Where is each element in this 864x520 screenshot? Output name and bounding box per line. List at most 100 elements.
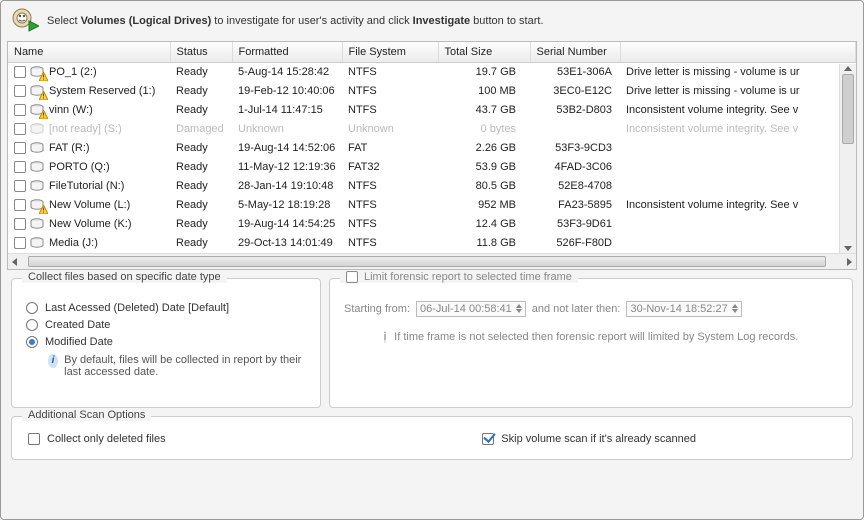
cell-fs: NTFS <box>342 101 438 120</box>
radio-last-accessed[interactable]: Last Acessed (Deleted) Date [Default] <box>26 302 306 314</box>
col-note[interactable] <box>620 42 856 63</box>
cell-size: 19.7 GB <box>438 63 530 82</box>
cell-formatted: 5-Aug-14 15:28:42 <box>232 63 342 82</box>
radio-created[interactable]: Created Date <box>26 319 306 331</box>
cell-formatted: 5-May-12 18:19:28 <box>232 196 342 215</box>
cell-serial: FA23-5895 <box>530 196 620 215</box>
col-filesystem[interactable]: File System <box>342 42 438 63</box>
col-formatted[interactable]: Formatted <box>232 42 342 63</box>
cell-fs: NTFS <box>342 215 438 234</box>
additional-scan-legend: Additional Scan Options <box>22 409 151 421</box>
col-name[interactable]: Name <box>8 42 170 63</box>
checkbox-deleted-only[interactable]: Collect only deleted files <box>28 433 166 445</box>
cell-formatted: 29-Oct-13 14:01:49 <box>232 234 342 253</box>
time-frame-checkbox[interactable] <box>346 271 358 283</box>
table-row[interactable]: System Reserved (1:)Ready19-Feb-12 10:40… <box>8 82 856 101</box>
cell-note: Inconsistent volume integrity. See v <box>620 196 856 215</box>
info-icon: i <box>384 331 386 343</box>
drive-icon <box>30 199 45 211</box>
table-row[interactable]: New Volume (L:) Ready5-May-12 18:19:28NTF… <box>8 196 856 215</box>
drive-icon <box>30 180 45 192</box>
vertical-scrollbar[interactable] <box>839 64 856 253</box>
cell-status: Ready <box>170 196 232 215</box>
cell-note: Inconsistent volume integrity. See v <box>620 120 856 139</box>
cell-fs: FAT <box>342 139 438 158</box>
horizontal-scrollbar[interactable] <box>8 253 856 269</box>
cell-serial: 53E1-306A <box>530 63 620 82</box>
checkbox-skip-scanned[interactable]: Skip volume scan if it's already scanned <box>482 433 696 445</box>
row-checkbox[interactable] <box>14 237 26 249</box>
row-checkbox[interactable] <box>14 199 26 211</box>
cell-fs: NTFS <box>342 196 438 215</box>
cell-formatted: 19-Feb-12 10:40:06 <box>232 82 342 101</box>
cell-size: 53.9 GB <box>438 158 530 177</box>
radio-modified[interactable]: Modified Date <box>26 336 306 348</box>
row-checkbox[interactable] <box>14 66 26 78</box>
table-row[interactable]: FAT (R:)Ready19-Aug-14 14:52:06FAT2.26 G… <box>8 139 856 158</box>
volume-name: PO_1 (2:) <box>49 66 97 78</box>
cell-note: Inconsistent volume integrity. See v <box>620 101 856 120</box>
cell-fs: NTFS <box>342 177 438 196</box>
col-serial[interactable]: Serial Number <box>530 42 620 63</box>
instruction-bar: Select Volumes (Logical Drives) to inves… <box>1 1 863 41</box>
row-checkbox[interactable] <box>14 142 26 154</box>
table-row[interactable]: Media (J:)Ready29-Oct-13 14:01:49NTFS11.… <box>8 234 856 253</box>
col-status[interactable]: Status <box>170 42 232 63</box>
cell-note <box>620 215 856 234</box>
cell-serial: 526F-F80D <box>530 234 620 253</box>
row-checkbox[interactable] <box>14 218 26 230</box>
cell-note <box>620 234 856 253</box>
row-checkbox[interactable] <box>14 104 26 116</box>
cell-fs: NTFS <box>342 234 438 253</box>
cell-formatted: 28-Jan-14 19:10:48 <box>232 177 342 196</box>
row-checkbox[interactable] <box>14 85 26 97</box>
cell-serial: 4FAD-3C06 <box>530 158 620 177</box>
instruction-text: Select Volumes (Logical Drives) to inves… <box>47 15 544 27</box>
cell-status: Damaged <box>170 120 232 139</box>
cell-formatted: 19-Aug-14 14:52:06 <box>232 139 342 158</box>
drive-icon <box>30 218 45 230</box>
cell-serial: 52E8-4708 <box>530 177 620 196</box>
cell-fs: NTFS <box>342 82 438 101</box>
start-datetime[interactable]: 06-Jul-14 00:58:41 <box>416 301 526 317</box>
cell-status: Ready <box>170 234 232 253</box>
investigate-icon <box>11 7 39 35</box>
info-icon: i <box>48 354 58 368</box>
cell-formatted: 19-Aug-14 14:54:25 <box>232 215 342 234</box>
cell-serial <box>530 120 620 139</box>
cell-formatted: Unknown <box>232 120 342 139</box>
table-row[interactable]: FileTutorial (N:)Ready28-Jan-14 19:10:48… <box>8 177 856 196</box>
time-frame-hint: iIf time frame is not selected then fore… <box>344 331 838 343</box>
table-row[interactable]: PORTO (Q:)Ready11-May-12 12:19:36FAT3253… <box>8 158 856 177</box>
cell-serial: 53B2-D803 <box>530 101 620 120</box>
drive-icon <box>30 237 45 249</box>
cell-fs: FAT32 <box>342 158 438 177</box>
row-checkbox[interactable] <box>14 123 26 135</box>
volume-name: New Volume (L:) <box>49 199 130 211</box>
cell-size: 80.5 GB <box>438 177 530 196</box>
row-checkbox[interactable] <box>14 180 26 192</box>
date-type-group: Collect files based on specific date typ… <box>11 278 321 408</box>
volume-name: System Reserved (1:) <box>49 85 155 97</box>
table-row[interactable]: PO_1 (2:)Ready5-Aug-14 15:28:42NTFS19.7 … <box>8 63 856 82</box>
table-row[interactable]: New Volume (K:)Ready19-Aug-14 14:54:25NT… <box>8 215 856 234</box>
volume-name: FileTutorial (N:) <box>49 180 124 192</box>
cell-status: Ready <box>170 215 232 234</box>
drive-icon <box>30 104 45 116</box>
cell-serial: 53F3-9CD3 <box>530 139 620 158</box>
row-checkbox[interactable] <box>14 161 26 173</box>
cell-size: 2.26 GB <box>438 139 530 158</box>
cell-status: Ready <box>170 63 232 82</box>
col-totalsize[interactable]: Total Size <box>438 42 530 63</box>
volumes-table: Name Status Formatted File System Total … <box>8 42 856 253</box>
volume-name: [not ready] (S:) <box>49 123 122 135</box>
drive-icon <box>30 123 45 135</box>
cell-serial: 3EC0-E12C <box>530 82 620 101</box>
cell-note <box>620 177 856 196</box>
cell-size: 43.7 GB <box>438 101 530 120</box>
cell-status: Ready <box>170 139 232 158</box>
table-row[interactable]: [not ready] (S:)DamagedUnknownUnknown0 b… <box>8 120 856 139</box>
cell-formatted: 11-May-12 12:19:36 <box>232 158 342 177</box>
end-datetime[interactable]: 30-Nov-14 18:52:27 <box>626 301 741 317</box>
table-row[interactable]: vinn (W:)Ready1-Jul-14 11:47:15NTFS43.7 … <box>8 101 856 120</box>
